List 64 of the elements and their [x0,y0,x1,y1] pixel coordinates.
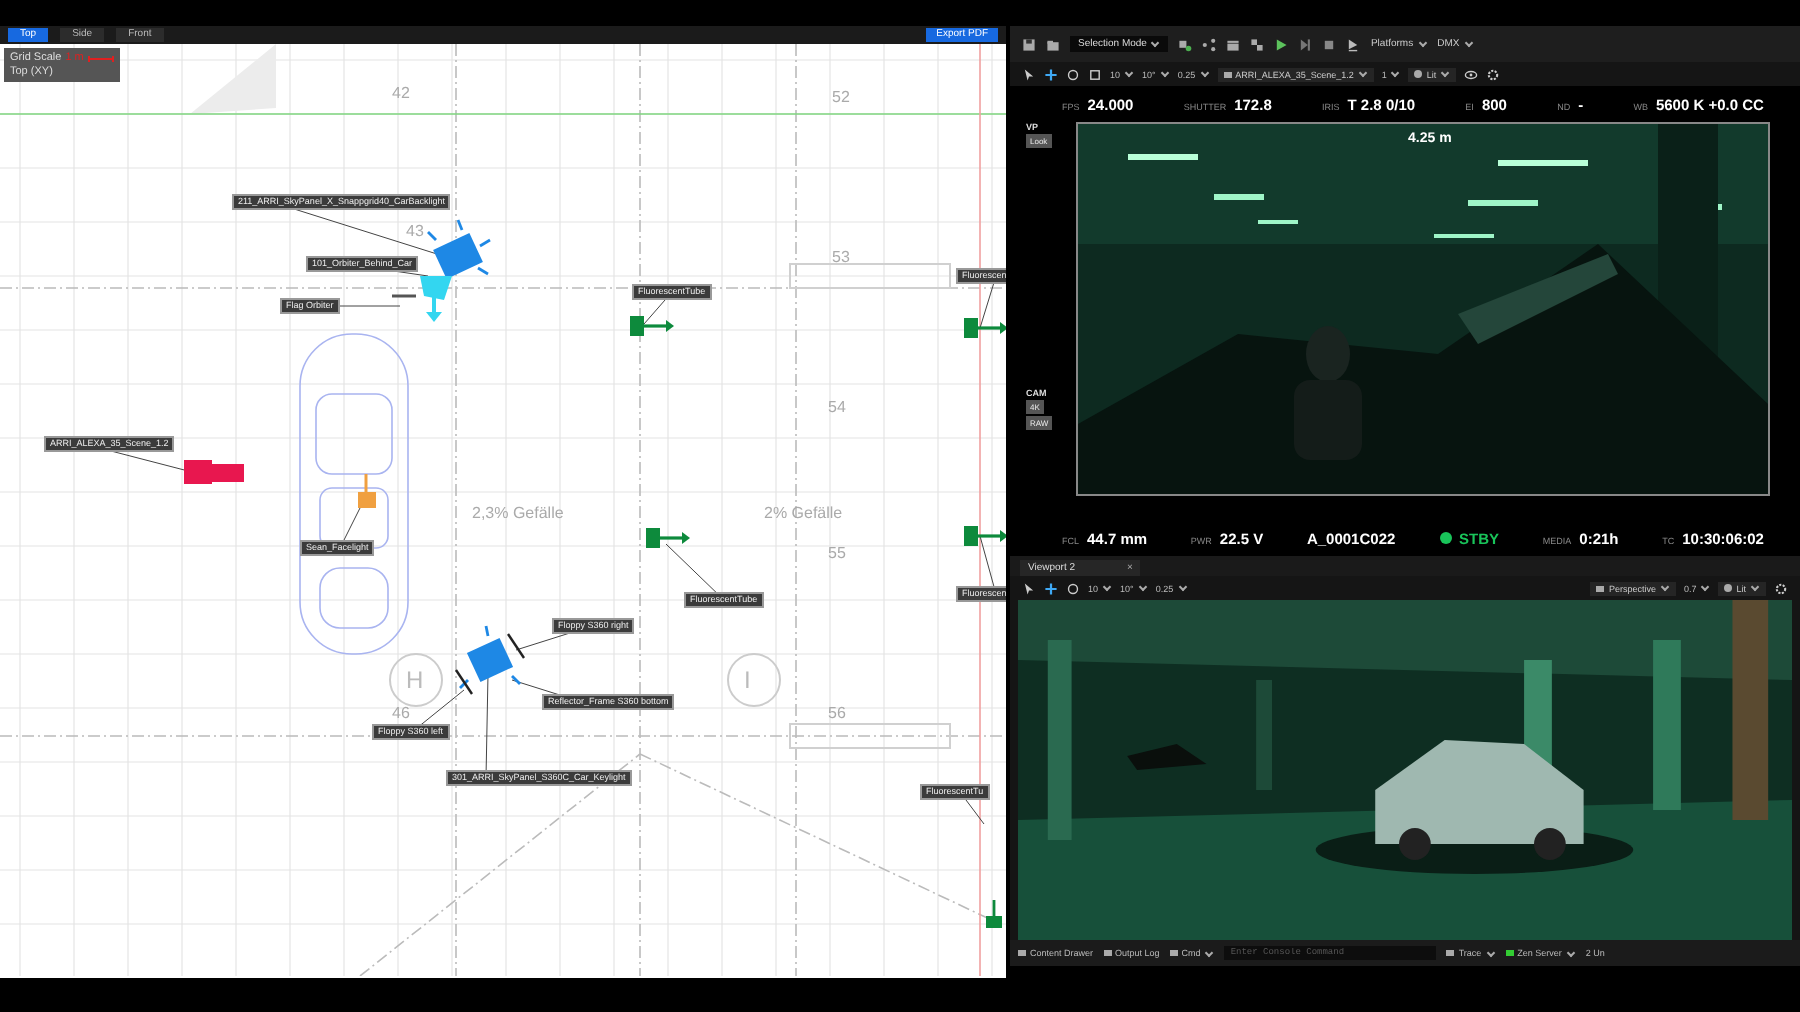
caret-icon [1486,948,1495,957]
eject-icon[interactable] [1346,37,1361,51]
scale-icon[interactable] [1088,67,1102,81]
axis-mark: H [406,666,424,694]
plan-text: 56 [828,704,846,722]
sphere-icon [1414,70,1423,79]
stop-icon[interactable] [1322,37,1337,51]
caret-icon [1660,583,1670,592]
folder-icon[interactable] [1046,37,1060,51]
move-icon[interactable] [1044,581,1058,595]
cubes-icon[interactable] [1178,37,1193,51]
caret-icon [1102,583,1112,592]
move-icon[interactable] [1044,67,1058,81]
caret-icon [1160,69,1169,78]
settings-icon[interactable] [1486,67,1501,81]
plan-text: 55 [828,544,846,562]
floppy-icon[interactable] [507,633,525,659]
tube-light-icon[interactable] [964,526,1006,546]
rotate-icon[interactable] [1066,67,1080,81]
plan-text: 52 [832,88,850,106]
caret-icon [1566,948,1576,957]
scale-bar [87,55,114,61]
caret-icon [1464,38,1473,47]
settings-icon[interactable] [1774,581,1788,595]
caret-icon [1441,69,1450,78]
plan-text: 54 [828,398,846,416]
save-icon[interactable] [1022,37,1036,51]
blocks-icon[interactable] [1250,37,1265,51]
step-icon[interactable] [1298,37,1313,51]
tube-light-icon[interactable] [646,528,690,548]
caret-icon [1199,69,1209,78]
sphere-icon [1724,584,1733,593]
caret-icon [1701,583,1710,592]
cursor-icon[interactable] [1022,581,1036,595]
plan-text: 2% Gefälle [764,504,843,522]
plan-text: 2,3% Gefälle [472,504,564,522]
plan-text: 42 [392,84,410,102]
plan-text: 46 [392,704,410,722]
eye-icon[interactable] [1464,67,1479,81]
rotate-icon[interactable] [1066,581,1080,595]
floppy-icon[interactable] [455,669,473,695]
caret-icon [1358,69,1367,78]
plan-text: 43 [406,222,424,240]
caret-icon [1177,583,1187,592]
panel-light-icon[interactable] [459,625,521,689]
light-stand-icon[interactable] [986,900,1002,928]
caret-icon [1151,38,1161,47]
plan-text: 53 [832,248,850,266]
cursor-icon[interactable] [1022,67,1036,81]
panel-light-icon[interactable] [427,219,491,279]
tube-light-icon[interactable] [630,316,674,336]
caret-icon [1391,69,1401,78]
caret-icon [1138,583,1147,592]
status-dot [1439,532,1452,544]
caret-icon [1205,948,1214,957]
play-icon[interactable] [1274,37,1289,51]
clapper-icon[interactable] [1226,37,1241,51]
caret-icon [1124,69,1134,78]
tube-light-icon[interactable] [964,318,1006,338]
caret-icon [1417,38,1427,47]
nodes-icon[interactable] [1202,37,1217,51]
camera-icon[interactable] [184,460,244,484]
caret-icon [1750,583,1760,592]
axis-mark: I [744,666,751,694]
